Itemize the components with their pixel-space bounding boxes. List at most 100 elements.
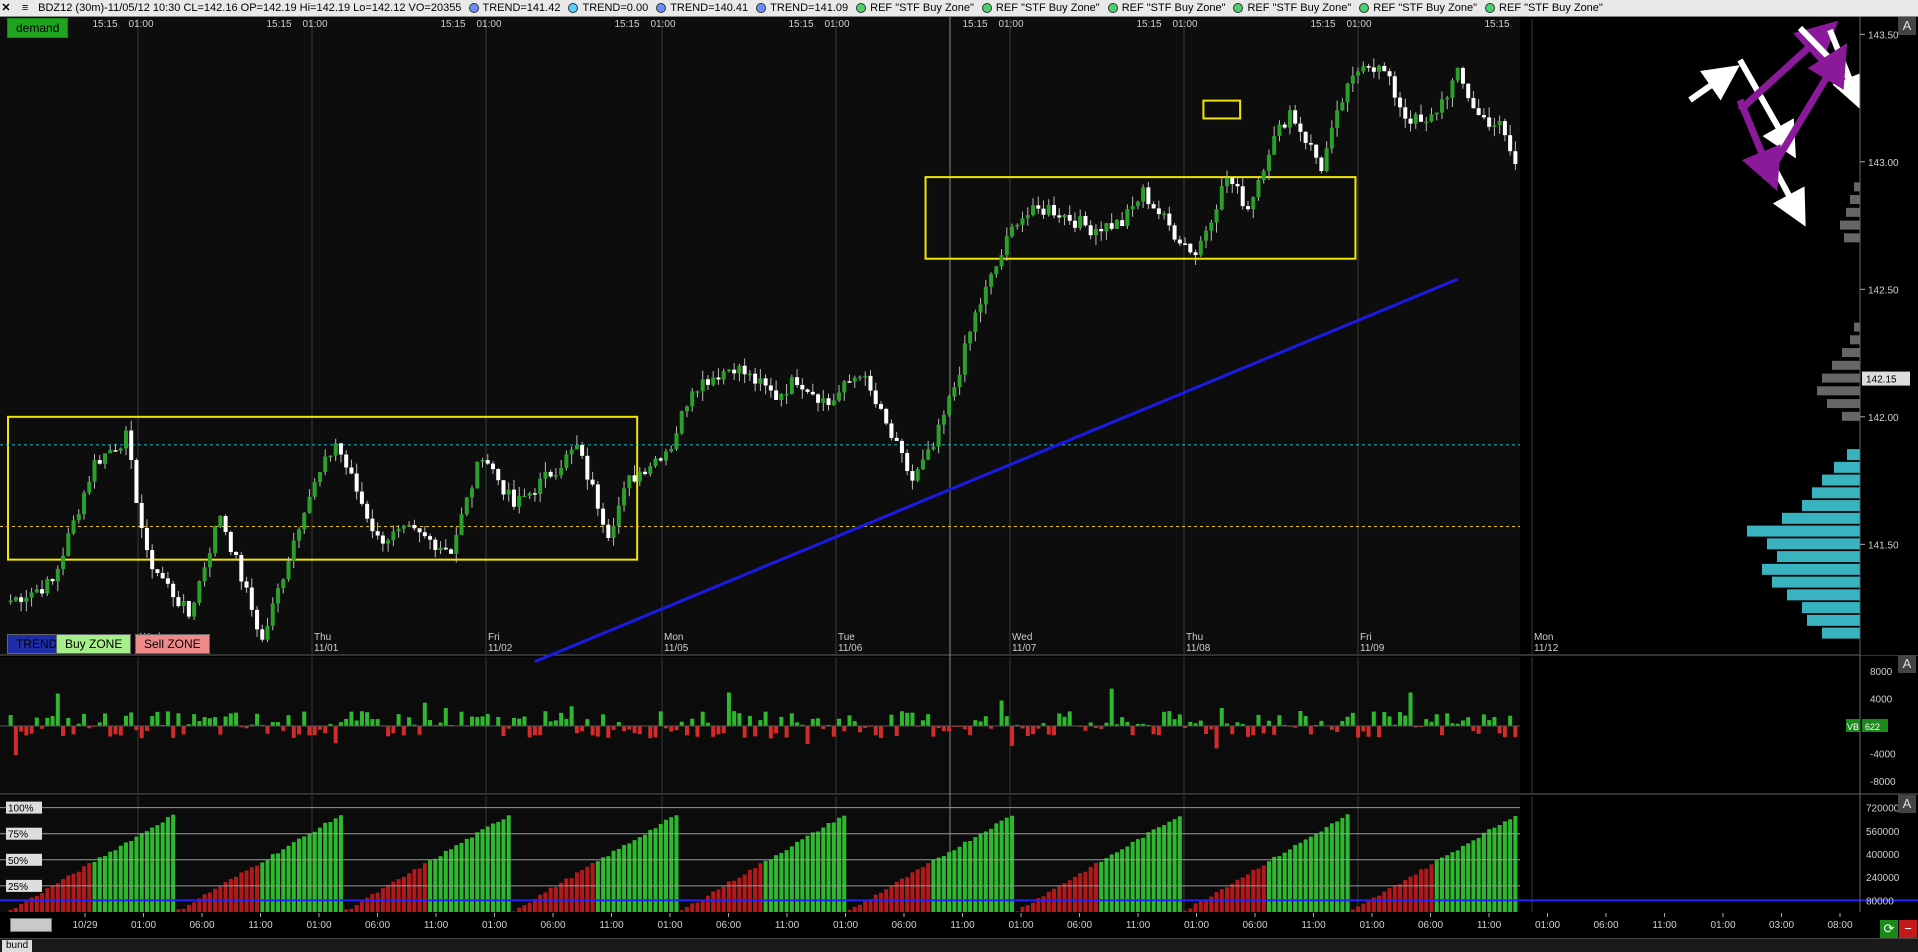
top-time-label: 15:15	[1136, 19, 1161, 30]
panel-a3-icon[interactable]: A	[1898, 17, 1916, 35]
study-label: TREND=140.41	[670, 2, 748, 14]
top-time-label: 01:00	[302, 19, 327, 30]
cum-volume-bar	[449, 849, 453, 912]
candle-body	[795, 377, 799, 385]
candle-body	[1115, 220, 1119, 229]
cum-volume-bar	[1089, 867, 1093, 912]
study-legend-item[interactable]: REF "STF Buy Zone"	[1233, 2, 1355, 14]
cum-volume-bar	[863, 901, 867, 912]
study-color-icon	[856, 3, 866, 13]
study-legend-item[interactable]: REF "STF Buy Zone"	[982, 2, 1104, 14]
sell-zone-button[interactable]: Sell ZONE	[135, 634, 210, 654]
candle-body	[255, 610, 259, 630]
cum-volume-bar	[24, 902, 28, 912]
candle-body	[1487, 117, 1491, 126]
top-time-label: 15:15	[1484, 19, 1509, 30]
candle-body	[491, 464, 495, 469]
cum-volume-bar	[334, 818, 338, 912]
volume-bar	[528, 726, 532, 737]
candle-body	[533, 493, 537, 495]
panel-a-icon[interactable]: A	[1898, 655, 1916, 673]
study-label: TREND=0.00	[582, 2, 648, 14]
cum-volume-bar	[711, 891, 715, 912]
volume-bar	[1272, 726, 1276, 735]
volume-bar	[690, 719, 694, 726]
study-legend-item[interactable]: REF "STF Buy Zone"	[1108, 2, 1230, 14]
candle-body	[900, 441, 904, 453]
candle-body	[711, 378, 715, 385]
cum-volume-bar	[1021, 907, 1025, 912]
candle-body	[1220, 186, 1224, 209]
cum-volume-bar	[87, 863, 91, 912]
volume-bar	[24, 726, 28, 736]
study-legend-item[interactable]: TREND=140.41	[656, 2, 752, 14]
close-icon[interactable]: ✕	[0, 0, 12, 16]
study-legend-item[interactable]: REF "STF Buy Zone"	[1485, 2, 1607, 14]
candle-body	[412, 525, 416, 528]
study-legend-item[interactable]: TREND=0.00	[568, 2, 652, 14]
menu-icon[interactable]: ≡	[19, 0, 31, 16]
study-legend-item[interactable]: TREND=141.09	[756, 2, 852, 14]
cum-volume-bar	[19, 904, 23, 912]
volume-bar	[1508, 716, 1512, 726]
study-legend-item[interactable]: REF "STF Buy Zone"	[1359, 2, 1481, 14]
volume-bar	[407, 717, 411, 726]
volume-bar	[281, 726, 285, 731]
volume-bar	[1398, 712, 1402, 726]
candle-body	[1361, 66, 1365, 71]
day-label: Wed	[1012, 632, 1032, 643]
volume-bar	[1513, 726, 1517, 737]
buy-zone-button[interactable]: Buy ZONE	[56, 634, 131, 654]
volume-bar	[633, 726, 637, 733]
time-tick-label: 06:00	[891, 920, 916, 931]
volume-bar	[753, 726, 757, 736]
cum-volume-bar	[748, 870, 752, 912]
candle-body	[622, 488, 626, 505]
volume-bar	[596, 726, 600, 737]
cum-volume-bar	[1356, 907, 1360, 912]
candle-body	[737, 366, 741, 374]
date-label: 11/05	[664, 643, 689, 654]
cum-volume-bar	[318, 828, 322, 912]
candle-body	[627, 475, 631, 488]
cum-volume-bar	[423, 863, 427, 912]
scrollbar-thumb[interactable]	[10, 918, 52, 932]
study-label: REF "STF Buy Zone"	[1499, 2, 1603, 14]
refresh-icon[interactable]: ⟳	[1880, 920, 1898, 938]
volume-bar	[947, 726, 951, 731]
cum-volume-bar	[1256, 869, 1260, 912]
cum-tick-label: 240000	[1866, 873, 1900, 884]
candle-body	[1377, 66, 1381, 72]
cum-volume-bar	[522, 905, 526, 912]
candle-body	[423, 532, 427, 536]
candle-body	[769, 385, 773, 390]
volume-bar	[9, 715, 13, 726]
cum-volume-bar	[234, 877, 238, 912]
candle-body	[1304, 132, 1308, 143]
volume-bar	[155, 712, 159, 726]
close-panel-icon[interactable]: −	[1899, 920, 1917, 938]
tab-bund[interactable]: bund	[2, 940, 32, 952]
study-legend-item[interactable]: REF "STF Buy Zone"	[856, 2, 978, 14]
study-legend-item[interactable]: TREND=141.42	[469, 2, 565, 14]
candle-body	[1094, 229, 1098, 235]
volume-bar	[1162, 712, 1166, 726]
cum-volume-bar	[1424, 869, 1428, 912]
cum-volume-bar	[758, 863, 762, 912]
demand-button[interactable]: demand	[7, 18, 68, 38]
study-color-icon	[982, 3, 992, 13]
volume-bar	[1047, 726, 1051, 735]
candle-body	[87, 482, 91, 493]
study-color-icon	[1233, 3, 1243, 13]
top-time-label: 15:15	[962, 19, 987, 30]
candle-body	[1251, 197, 1255, 209]
cum-volume-bar	[627, 843, 631, 912]
candle-body	[779, 394, 783, 400]
candle-body	[61, 556, 65, 569]
volume-bar	[1424, 719, 1428, 726]
cum-volume-bar	[1330, 823, 1334, 912]
chart-canvas[interactable]: Wed10/31Thu11/01Fri11/02Mon11/05Tue11/06…	[0, 17, 1918, 938]
panel-a2-icon[interactable]: A	[1898, 795, 1916, 813]
candle-body	[365, 504, 369, 519]
cum-volume-bar	[1099, 862, 1103, 912]
